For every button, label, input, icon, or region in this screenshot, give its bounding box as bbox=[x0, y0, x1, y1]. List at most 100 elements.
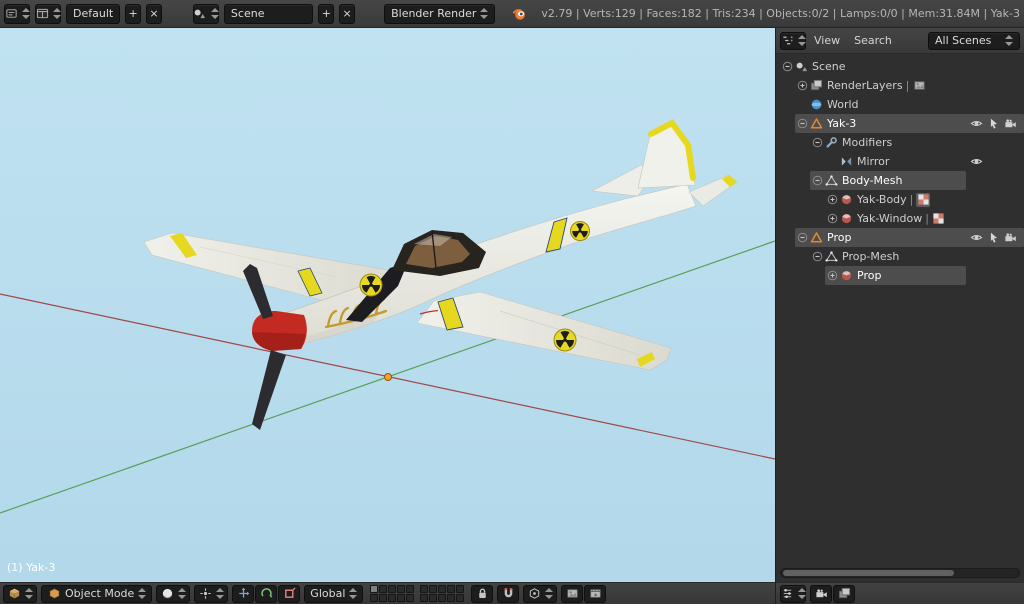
scene-close-button[interactable]: × bbox=[339, 4, 355, 24]
outliner-item-label[interactable]: Prop bbox=[827, 231, 851, 244]
scene-browse-button[interactable] bbox=[193, 4, 219, 24]
cursor-icon[interactable] bbox=[986, 231, 1000, 245]
expand-icon[interactable] bbox=[825, 212, 839, 226]
scene-name-field[interactable]: Scene bbox=[224, 4, 313, 24]
outliner-row[interactable]: Yak-Window| bbox=[776, 209, 1024, 228]
3d-viewport[interactable]: (1) Yak-3 bbox=[0, 28, 775, 582]
layout-browse-button[interactable] bbox=[35, 4, 61, 24]
pivot-selector[interactable] bbox=[194, 585, 228, 603]
lock-to-scene-button[interactable] bbox=[471, 585, 493, 603]
render-still-button[interactable] bbox=[561, 585, 583, 603]
outliner-row[interactable]: Modifiers bbox=[776, 133, 1024, 152]
editor-type-button[interactable] bbox=[3, 585, 37, 603]
outliner-row[interactable]: Scene bbox=[776, 57, 1024, 76]
display-filter-selector[interactable]: All Scenes bbox=[928, 32, 1020, 50]
renderlayers-toggle-icon[interactable] bbox=[912, 79, 926, 93]
expand-icon[interactable] bbox=[795, 79, 809, 93]
outliner-row[interactable]: Yak-3 bbox=[776, 114, 1024, 133]
origin-point[interactable] bbox=[385, 374, 392, 381]
collapse-icon[interactable] bbox=[795, 117, 809, 131]
outliner-item-label[interactable]: Yak-Body bbox=[857, 193, 907, 206]
layer-toggle[interactable] bbox=[397, 594, 405, 602]
outliner-item-label[interactable]: World bbox=[827, 98, 859, 111]
eye-icon[interactable] bbox=[969, 231, 983, 245]
rotate-manipulator-button[interactable] bbox=[255, 585, 277, 603]
layer-toggle[interactable] bbox=[456, 594, 464, 602]
cursor-icon[interactable] bbox=[986, 117, 1000, 131]
layout-close-button[interactable]: × bbox=[146, 4, 162, 24]
search-menu[interactable]: Search bbox=[848, 32, 898, 49]
collapse-icon[interactable] bbox=[810, 174, 824, 188]
render-anim-button[interactable] bbox=[584, 585, 606, 603]
layer-toggle[interactable] bbox=[388, 594, 396, 602]
layer-toggle[interactable] bbox=[420, 594, 428, 602]
editor-type-button[interactable] bbox=[780, 585, 806, 603]
layer-toggle[interactable] bbox=[406, 594, 414, 602]
outliner-row[interactable]: World bbox=[776, 95, 1024, 114]
collapse-icon[interactable] bbox=[780, 60, 794, 74]
eye-icon[interactable] bbox=[969, 117, 983, 131]
layer-toggle[interactable] bbox=[379, 585, 387, 593]
outliner-item-label[interactable]: Mirror bbox=[857, 155, 889, 168]
mode-selector[interactable]: Object Mode bbox=[41, 585, 152, 603]
collapse-icon[interactable] bbox=[795, 231, 809, 245]
outliner-item-label[interactable]: Prop bbox=[857, 269, 881, 282]
outliner-row[interactable]: Prop bbox=[776, 266, 1024, 285]
outliner-row[interactable]: Mirror bbox=[776, 152, 1024, 171]
layer-toggle[interactable] bbox=[397, 585, 405, 593]
outliner-item-label[interactable]: Yak-Window bbox=[857, 212, 922, 225]
outliner-item-label[interactable]: Scene bbox=[812, 60, 846, 73]
layer-toggle[interactable] bbox=[447, 594, 455, 602]
scale-manipulator-button[interactable] bbox=[278, 585, 300, 603]
snap-toggle-button[interactable] bbox=[497, 585, 519, 603]
outliner-item-label[interactable]: Yak-3 bbox=[827, 117, 856, 130]
layer-toggle[interactable] bbox=[420, 585, 428, 593]
eye-icon[interactable] bbox=[969, 155, 983, 169]
translate-manipulator-button[interactable] bbox=[232, 585, 254, 603]
material-icon bbox=[839, 269, 853, 283]
renderlayers-button[interactable] bbox=[833, 585, 855, 603]
layout-add-button[interactable]: + bbox=[125, 4, 141, 24]
collapse-icon[interactable] bbox=[810, 136, 824, 150]
snap-element-selector[interactable] bbox=[523, 585, 557, 603]
outliner-item-label[interactable]: RenderLayers bbox=[827, 79, 903, 92]
layer-toggle[interactable] bbox=[379, 594, 387, 602]
outliner-item-label[interactable]: Prop-Mesh bbox=[842, 250, 899, 263]
collapse-icon[interactable] bbox=[810, 250, 824, 264]
layer-toggle[interactable] bbox=[388, 585, 396, 593]
expand-icon[interactable] bbox=[825, 269, 839, 283]
outliner-row[interactable]: Prop bbox=[776, 228, 1024, 247]
view-menu[interactable]: View bbox=[808, 32, 846, 49]
layer-toggle[interactable] bbox=[429, 585, 437, 593]
texture-icon[interactable] bbox=[932, 212, 946, 226]
outliner-row[interactable]: Yak-Body| bbox=[776, 190, 1024, 209]
editor-type-button[interactable] bbox=[4, 4, 30, 24]
outliner-row[interactable]: Body-Mesh bbox=[776, 171, 1024, 190]
camera-icon[interactable] bbox=[1003, 231, 1017, 245]
layer-toggle[interactable] bbox=[438, 594, 446, 602]
orientation-selector[interactable]: Global bbox=[304, 585, 363, 603]
outliner-row[interactable]: RenderLayers| bbox=[776, 76, 1024, 95]
layer-toggle[interactable] bbox=[447, 585, 455, 593]
expand-icon[interactable] bbox=[825, 193, 839, 207]
texture-icon[interactable] bbox=[916, 193, 930, 207]
editor-type-button[interactable] bbox=[780, 32, 806, 50]
shading-selector[interactable] bbox=[156, 585, 190, 603]
horizontal-scrollbar[interactable] bbox=[780, 568, 1020, 578]
yak3-model[interactable] bbox=[144, 122, 737, 430]
render-engine-selector[interactable]: Blender Render bbox=[384, 4, 495, 24]
layer-toggle[interactable] bbox=[370, 585, 378, 593]
layer-toggle[interactable] bbox=[456, 585, 464, 593]
layer-toggle[interactable] bbox=[438, 585, 446, 593]
layer-toggle[interactable] bbox=[370, 594, 378, 602]
outliner-item-label[interactable]: Body-Mesh bbox=[842, 174, 903, 187]
camera-button[interactable] bbox=[810, 585, 832, 603]
scrollbar-thumb[interactable] bbox=[783, 570, 954, 576]
layer-toggle[interactable] bbox=[406, 585, 414, 593]
outliner-item-label[interactable]: Modifiers bbox=[842, 136, 892, 149]
layer-toggle[interactable] bbox=[429, 594, 437, 602]
outliner-row[interactable]: Prop-Mesh bbox=[776, 247, 1024, 266]
layout-name-field[interactable]: Default bbox=[66, 4, 120, 24]
camera-icon[interactable] bbox=[1003, 117, 1017, 131]
scene-add-button[interactable]: + bbox=[318, 4, 334, 24]
